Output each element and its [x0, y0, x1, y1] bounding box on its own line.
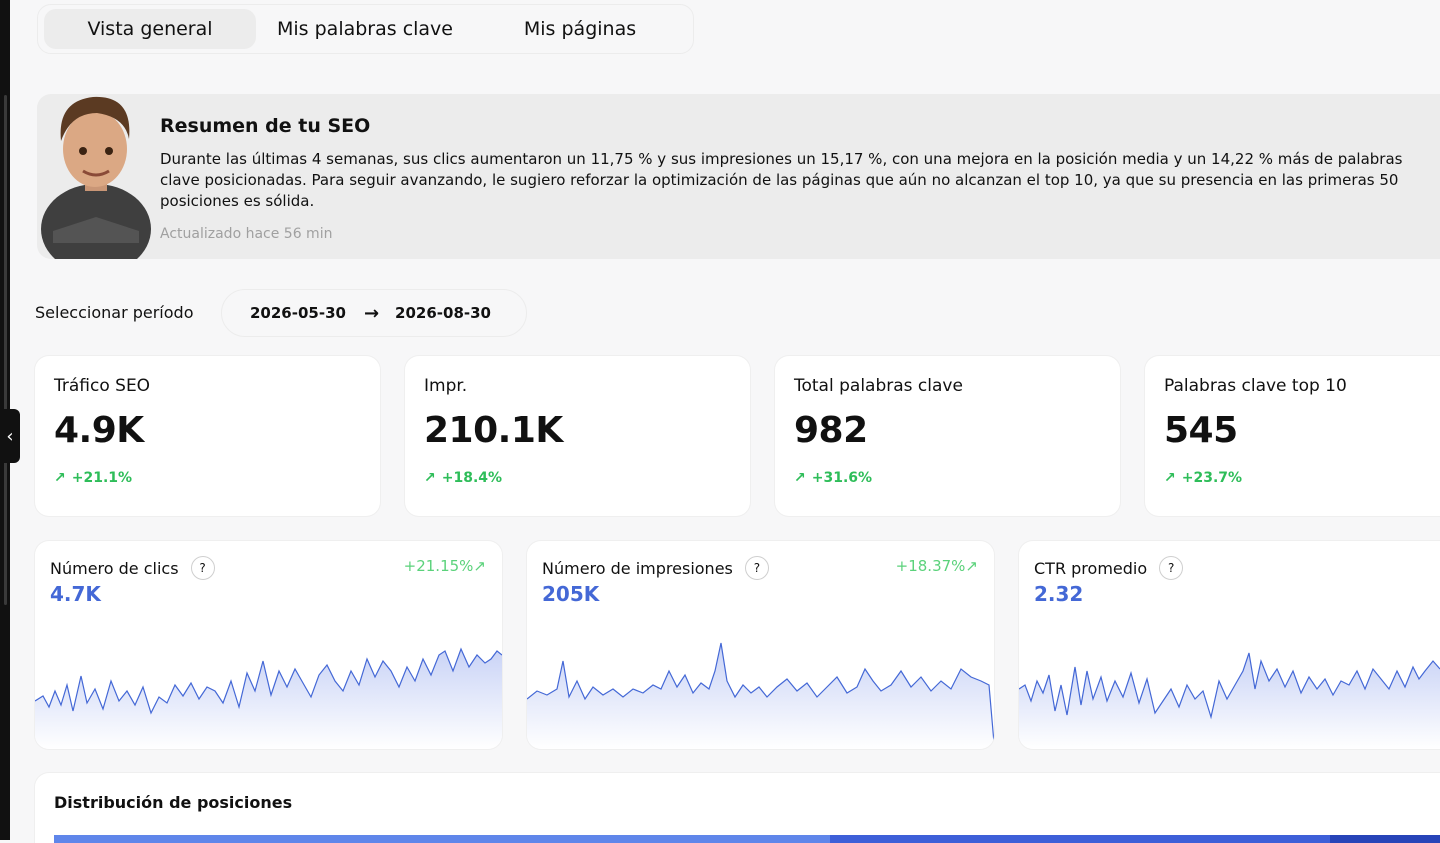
- period-label: Seleccionar período: [35, 303, 194, 322]
- stat-change-value: +23.7%: [1181, 470, 1243, 486]
- distribution-title: Distribución de posiciones: [54, 793, 293, 812]
- metric-title-row: Número de impresiones?: [542, 556, 769, 580]
- seo-summary-panel: Resumen de tu SEO Durante las últimas 4 …: [37, 94, 1440, 259]
- assistant-avatar: [41, 96, 151, 259]
- tab-vista-general[interactable]: Vista general: [44, 9, 256, 49]
- trend-up-arrow-icon: ↗: [794, 470, 806, 486]
- tab-mis-paginas[interactable]: Mis páginas: [474, 9, 686, 49]
- metric-change: +21.15%↗: [404, 557, 486, 575]
- metric-value: 205K: [542, 582, 600, 606]
- distribution-segment[interactable]: [1330, 835, 1440, 843]
- stat-label: Palabras clave top 10: [1164, 376, 1347, 396]
- metric-title: Número de impresiones: [542, 558, 733, 578]
- trend-up-arrow-icon: ↗: [965, 557, 978, 575]
- help-icon[interactable]: ?: [1159, 556, 1184, 580]
- stat-card-top-10: Palabras clave top 10 545 ↗ +23.7%: [1145, 356, 1440, 516]
- metric-change-value: +21.15%: [403, 557, 474, 575]
- end-date[interactable]: 2026-08-30: [395, 304, 491, 322]
- stat-value: 545: [1164, 410, 1238, 451]
- distribution-segment[interactable]: [830, 835, 1330, 843]
- date-range-picker[interactable]: 2026-05-30 → 2026-08-30: [221, 289, 527, 337]
- summary-title: Resumen de tu SEO: [160, 115, 371, 137]
- distribution-bar: [54, 835, 1440, 843]
- metric-value: 4.7K: [50, 582, 101, 606]
- metric-title: CTR promedio: [1034, 558, 1148, 578]
- stat-label: Impr.: [424, 376, 468, 396]
- chevron-left-icon: ‹: [6, 425, 14, 447]
- help-icon[interactable]: ?: [744, 556, 769, 580]
- metric-value: 2.32: [1034, 582, 1084, 606]
- metric-title: Número de clics: [50, 558, 179, 578]
- arrow-right-icon: →: [363, 302, 380, 324]
- stat-change-value: +18.4%: [441, 470, 503, 486]
- stat-change: ↗ +18.4%: [424, 470, 502, 486]
- start-date[interactable]: 2026-05-30: [250, 304, 346, 322]
- clicks-sparkline: [35, 647, 502, 749]
- stat-value: 210.1K: [424, 410, 563, 451]
- collapse-sidebar-button[interactable]: ‹: [0, 409, 20, 463]
- stat-label: Tráfico SEO: [54, 376, 151, 396]
- stat-change-value: +21.1%: [71, 470, 133, 486]
- view-tabs: Vista general Mis palabras clave Mis pág…: [37, 4, 694, 54]
- help-icon[interactable]: ?: [190, 556, 215, 580]
- summary-updated: Actualizado hace 56 min: [160, 226, 333, 242]
- trend-up-arrow-icon: ↗: [473, 557, 486, 575]
- trend-up-arrow-icon: ↗: [54, 470, 66, 486]
- stat-card-total-palabras: Total palabras clave 982 ↗ +31.6%: [775, 356, 1120, 516]
- rail-scrollbar[interactable]: [4, 95, 7, 605]
- stat-label: Total palabras clave: [794, 376, 963, 396]
- summary-text: Durante las últimas 4 semanas, sus clics…: [160, 150, 1403, 210]
- metric-card-ctr: CTR promedio? 2.32: [1019, 541, 1440, 749]
- metric-change: +18.37%↗: [896, 557, 978, 575]
- stat-card-trafico-seo: Tráfico SEO 4.9K ↗ +21.1%: [35, 356, 380, 516]
- ctr-sparkline: [1019, 652, 1440, 749]
- stat-change: ↗ +21.1%: [54, 470, 132, 486]
- stat-change-value: +31.6%: [811, 470, 873, 486]
- position-distribution-card: Distribución de posiciones: [35, 773, 1440, 843]
- stat-change: ↗ +31.6%: [794, 470, 872, 486]
- metric-title-row: CTR promedio?: [1034, 556, 1184, 580]
- stat-card-impresiones: Impr. 210.1K ↗ +18.4%: [405, 356, 750, 516]
- metric-change-value: +18.37%: [895, 557, 966, 575]
- metric-card-clics: Número de clics? 4.7K +21.15%↗: [35, 541, 502, 749]
- tab-mis-palabras-clave[interactable]: Mis palabras clave: [256, 9, 474, 49]
- distribution-segment[interactable]: [54, 835, 830, 843]
- stat-change: ↗ +23.7%: [1164, 470, 1242, 486]
- impressions-sparkline: [527, 642, 994, 749]
- stat-value: 4.9K: [54, 410, 144, 451]
- metric-card-impresiones: Número de impresiones? 205K +18.37%↗: [527, 541, 994, 749]
- trend-up-arrow-icon: ↗: [1164, 470, 1176, 486]
- stat-value: 982: [794, 410, 868, 451]
- trend-up-arrow-icon: ↗: [424, 470, 436, 486]
- metric-title-row: Número de clics?: [50, 556, 215, 580]
